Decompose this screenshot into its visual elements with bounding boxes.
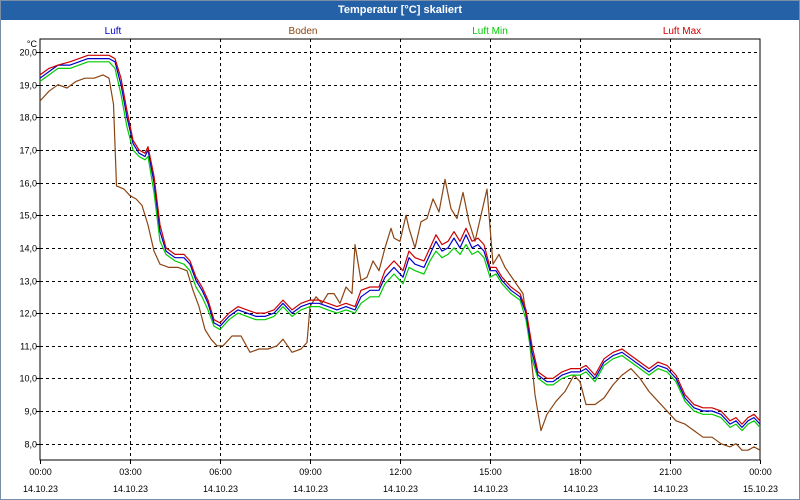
y-tick-label: 15,0 xyxy=(19,211,37,221)
temperature-chart: 20,0 19,0 18,0 17,0 16,0 15,0 14,0 13,0 12,0 11,0… xyxy=(19,26,778,494)
y-tick-label: 10,0 xyxy=(19,374,37,384)
y-tick-label: 11,0 xyxy=(20,342,37,352)
legend-entry-luft-max: Luft Max xyxy=(663,26,701,37)
x-tick-date-label: 14.10.23 xyxy=(383,484,418,494)
y-tick-label: 18,0 xyxy=(19,113,37,123)
y-tick-label: 14,0 xyxy=(19,244,37,254)
x-tick-date-label: 14.10.23 xyxy=(293,484,328,494)
y-tick-label: 16,0 xyxy=(19,179,37,189)
x-tick-time-label: 21:00 xyxy=(659,467,682,477)
y-tick-label: 9,0 xyxy=(24,407,37,417)
y-tick-label: 13,0 xyxy=(19,277,37,287)
x-tick-date-label: 14.10.23 xyxy=(23,484,58,494)
x-tick-time-label: 06:00 xyxy=(209,467,232,477)
y-tick-label: 20,0 xyxy=(19,48,37,58)
x-tick-time-label: 00:00 xyxy=(749,467,772,477)
x-tick-time-label: 18:00 xyxy=(569,467,592,477)
x-tick-time-label: 09:00 xyxy=(299,467,322,477)
legend-entry-luft-min: Luft Min xyxy=(472,26,508,37)
x-tick-time-label: 03:00 xyxy=(119,467,142,477)
x-tick-date-label: 14.10.23 xyxy=(473,484,508,494)
x-tick-time-label: 00:00 xyxy=(29,467,52,477)
y-tick-label: 12,0 xyxy=(19,309,37,319)
x-tick-time-label: 12:00 xyxy=(389,467,412,477)
legend-entry-boden: Boden xyxy=(289,26,318,37)
x-tick-time-label: 15:00 xyxy=(479,467,502,477)
x-tick-date-label: 14.10.23 xyxy=(113,484,148,494)
y-tick-label: 19,0 xyxy=(19,81,37,91)
x-tick-date-label: 15.10.23 xyxy=(743,484,778,494)
y-tick-label: 17,0 xyxy=(19,146,37,156)
x-tick-date-label: 14.10.23 xyxy=(653,484,688,494)
x-tick-date-label: 14.10.23 xyxy=(203,484,238,494)
legend-entry-luft: Luft xyxy=(105,26,122,37)
y-tick-label: 8,0 xyxy=(24,440,37,450)
x-tick-date-label: 14.10.23 xyxy=(563,484,598,494)
y-axis-unit: °C xyxy=(27,39,38,49)
